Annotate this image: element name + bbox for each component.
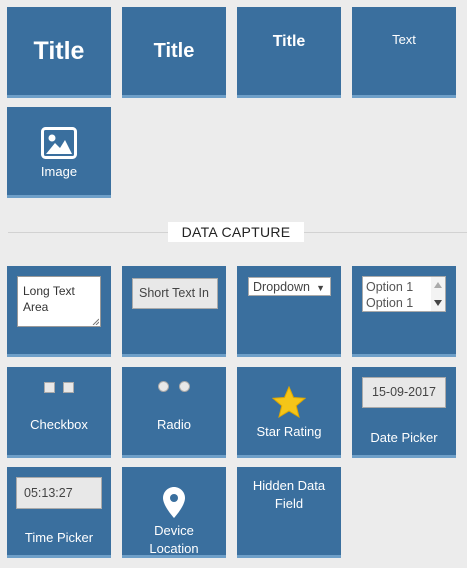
title-l-label: Title <box>153 39 195 62</box>
chevron-down-icon: ▼ <box>316 283 325 293</box>
image-label: Image <box>40 164 78 179</box>
time-value: 05:13:27 <box>24 486 73 500</box>
long-text-label: Long Text Area <box>23 284 75 314</box>
hidden-field-label-line2: Field <box>274 496 304 511</box>
title-m-tile[interactable]: Title <box>237 7 341 98</box>
long-text-tile[interactable]: Long Text Area <box>7 266 111 357</box>
text-tile[interactable]: Text <box>352 7 456 98</box>
title-m-label: Title <box>272 33 306 50</box>
title-xl-tile[interactable]: Title <box>7 7 111 98</box>
listbox-tile[interactable]: Option 1 Option 1 <box>352 266 456 357</box>
checkbox[interactable] <box>44 382 55 393</box>
title-xl-label: Title <box>33 36 85 65</box>
time-picker-label: Time Picker <box>24 530 94 545</box>
radio-group <box>122 379 226 397</box>
device-location-label-line1: Device <box>154 523 194 538</box>
hidden-field-tile[interactable]: Hidden Data Field <box>237 467 341 558</box>
date-value: 15-09-2017 <box>372 385 436 399</box>
location-pin-icon <box>163 487 185 518</box>
short-text-tile[interactable]: Short Text In <box>122 266 226 357</box>
date-picker-label: Date Picker <box>370 430 438 445</box>
checkbox-group <box>7 380 111 398</box>
scroll-down-icon[interactable] <box>434 300 442 306</box>
section-title: DATA CAPTURE <box>168 222 304 242</box>
date-input[interactable]: 15-09-2017 <box>362 377 446 408</box>
device-location-label-line2: Location <box>149 541 199 556</box>
device-location-tile[interactable]: Device Location <box>122 467 226 558</box>
dropdown-select[interactable]: Dropdown ▼ <box>248 277 331 296</box>
dropdown-tile[interactable]: Dropdown ▼ <box>237 266 341 357</box>
text-label: Text <box>392 32 416 47</box>
listbox[interactable]: Option 1 Option 1 <box>362 276 446 312</box>
date-picker-tile[interactable]: 15-09-2017 Date Picker <box>352 367 456 458</box>
checkbox-label: Checkbox <box>30 417 88 432</box>
radio-button[interactable] <box>179 381 190 392</box>
image-icon <box>41 127 77 159</box>
checkbox[interactable] <box>63 382 74 393</box>
time-picker-tile[interactable]: 05:13:27 Time Picker <box>7 467 111 558</box>
title-l-tile[interactable]: Title <box>122 7 226 98</box>
time-input[interactable]: 05:13:27 <box>16 477 102 509</box>
star-icon[interactable] <box>272 386 306 418</box>
hidden-field-label-line1: Hidden Data <box>252 478 326 493</box>
scroll-up-icon[interactable] <box>434 282 442 288</box>
short-text-label: Short Text In <box>139 286 209 300</box>
radio-label: Radio <box>157 417 191 432</box>
image-tile[interactable]: Image <box>7 107 111 198</box>
radio-tile[interactable]: Radio <box>122 367 226 458</box>
resize-handle-icon[interactable] <box>92 318 99 325</box>
scrollbar[interactable] <box>431 277 445 311</box>
radio-button[interactable] <box>158 381 169 392</box>
long-text-area[interactable]: Long Text Area <box>17 276 101 327</box>
dropdown-label: Dropdown <box>253 280 310 294</box>
checkbox-tile[interactable]: Checkbox <box>7 367 111 458</box>
star-rating-tile[interactable]: Star Rating <box>237 367 341 458</box>
short-text-input[interactable]: Short Text In <box>132 278 218 309</box>
star-rating-label: Star Rating <box>256 424 322 439</box>
